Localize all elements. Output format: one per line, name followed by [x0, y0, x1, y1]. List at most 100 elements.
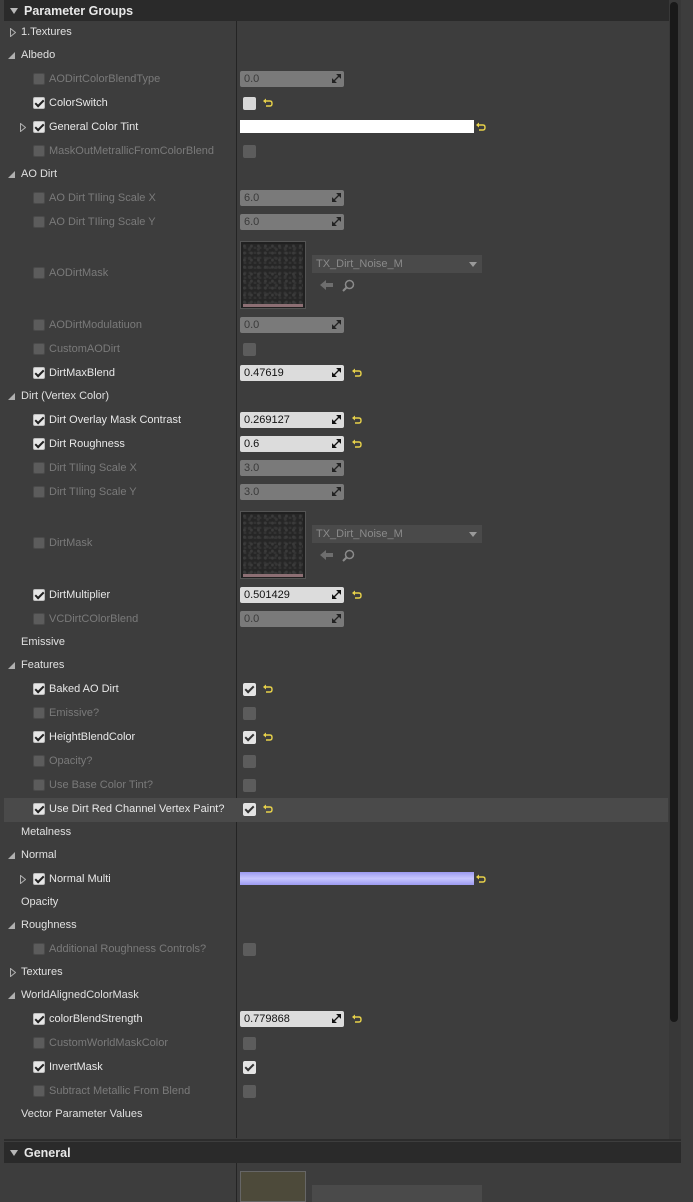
color-swatch[interactable] — [240, 872, 474, 885]
override-checkbox[interactable] — [33, 462, 45, 474]
override-checkbox[interactable] — [33, 803, 45, 815]
reset-to-default-icon[interactable] — [352, 439, 362, 449]
value-checkbox[interactable] — [243, 755, 256, 768]
value-field[interactable]: 0.0 — [240, 71, 344, 87]
override-checkbox[interactable] — [33, 414, 45, 426]
group-emissive[interactable]: Emissive — [4, 631, 668, 655]
override-checkbox[interactable] — [33, 1013, 45, 1025]
reset-to-default-icon[interactable] — [352, 415, 362, 425]
value-checkbox[interactable] — [243, 1061, 256, 1074]
override-checkbox[interactable] — [33, 367, 45, 379]
group-1-textures[interactable]: 1.Textures — [4, 21, 668, 45]
column-splitter[interactable] — [236, 1163, 237, 1202]
group-albedo[interactable]: Albedo — [4, 44, 668, 68]
override-checkbox[interactable] — [33, 145, 45, 157]
override-checkbox[interactable] — [33, 589, 45, 601]
override-checkbox[interactable] — [33, 216, 45, 228]
value-checkbox[interactable] — [243, 1037, 256, 1050]
use-selected-arrow-icon[interactable] — [320, 549, 334, 561]
value-field[interactable]: 0.0 — [240, 611, 344, 627]
value-checkbox[interactable] — [243, 731, 256, 744]
override-checkbox[interactable] — [33, 438, 45, 450]
param-label: InvertMask — [49, 1061, 103, 1073]
texture-asset-combo[interactable]: TX_Dirt_Noise_M — [312, 525, 482, 543]
group-ao-dirt[interactable]: AO Dirt — [4, 163, 668, 187]
value-field[interactable]: 3.0 — [240, 460, 344, 476]
override-checkbox[interactable] — [33, 486, 45, 498]
texture-thumbnail[interactable] — [240, 241, 306, 309]
value-checkbox[interactable] — [243, 803, 256, 816]
scrollbar-thumb[interactable] — [670, 2, 678, 1022]
reset-to-default-icon[interactable] — [352, 368, 362, 378]
value-checkbox[interactable] — [243, 1085, 256, 1098]
override-checkbox[interactable] — [33, 267, 45, 279]
override-checkbox[interactable] — [33, 1061, 45, 1073]
value-checkbox[interactable] — [243, 779, 256, 792]
reset-to-default-icon[interactable] — [476, 122, 486, 132]
override-checkbox[interactable] — [33, 873, 45, 885]
resize-arrows-icon — [332, 439, 341, 448]
param-row: AODirtModulatiuon 0.0 — [4, 314, 668, 338]
override-checkbox[interactable] — [33, 613, 45, 625]
value-checkbox[interactable] — [243, 145, 256, 158]
override-checkbox[interactable] — [33, 1037, 45, 1049]
override-checkbox[interactable] — [33, 779, 45, 791]
value-field[interactable]: 0.6 — [240, 436, 344, 452]
value-field[interactable]: 0.47619 — [240, 365, 344, 381]
group-features[interactable]: Features — [4, 654, 668, 678]
general-header[interactable]: General — [4, 1142, 681, 1163]
group-opacity[interactable]: Opacity — [4, 891, 668, 915]
group-textures[interactable]: Textures — [4, 961, 668, 985]
value-checkbox[interactable] — [243, 943, 256, 956]
texture-thumbnail[interactable] — [240, 511, 306, 579]
override-checkbox[interactable] — [33, 343, 45, 355]
group-metalness[interactable]: Metalness — [4, 821, 668, 845]
override-checkbox[interactable] — [33, 1085, 45, 1097]
chevron-right-icon[interactable] — [20, 875, 26, 884]
override-checkbox[interactable] — [33, 683, 45, 695]
value-checkbox[interactable] — [243, 343, 256, 356]
value-field[interactable]: 0.0 — [240, 317, 344, 333]
reset-to-default-icon[interactable] — [476, 874, 486, 884]
value-field[interactable]: 3.0 — [240, 484, 344, 500]
reset-to-default-icon[interactable] — [263, 732, 273, 742]
group-normal[interactable]: Normal — [4, 844, 668, 868]
parameter-groups-header[interactable]: Parameter Groups — [4, 0, 681, 21]
chevron-right-icon[interactable] — [20, 123, 26, 132]
value-checkbox[interactable] — [243, 97, 256, 110]
group-roughness[interactable]: Roughness — [4, 914, 668, 938]
value-field[interactable]: 6.0 — [240, 190, 344, 206]
override-checkbox[interactable] — [33, 192, 45, 204]
override-checkbox[interactable] — [33, 755, 45, 767]
override-checkbox[interactable] — [33, 319, 45, 331]
group-dirt-vertex-color[interactable]: Dirt (Vertex Color) — [4, 385, 668, 409]
override-checkbox[interactable] — [33, 121, 45, 133]
reset-to-default-icon[interactable] — [352, 590, 362, 600]
texture-asset-combo[interactable]: TX_Dirt_Noise_M — [312, 255, 482, 273]
value-field[interactable]: 6.0 — [240, 214, 344, 230]
browse-search-icon[interactable] — [342, 279, 355, 292]
override-checkbox[interactable] — [33, 97, 45, 109]
reset-to-default-icon[interactable] — [263, 684, 273, 694]
texture-thumbnail[interactable] — [240, 1171, 306, 1202]
reset-to-default-icon[interactable] — [263, 98, 273, 108]
value-field[interactable]: 0.501429 — [240, 587, 344, 603]
override-checkbox[interactable] — [33, 707, 45, 719]
asset-combo[interactable] — [312, 1185, 482, 1202]
reset-to-default-icon[interactable] — [352, 1014, 362, 1024]
reset-to-default-icon[interactable] — [263, 804, 273, 814]
override-checkbox[interactable] — [33, 731, 45, 743]
override-checkbox[interactable] — [33, 537, 45, 549]
override-checkbox[interactable] — [33, 943, 45, 955]
use-selected-arrow-icon[interactable] — [320, 279, 334, 291]
browse-search-icon[interactable] — [342, 549, 355, 562]
override-checkbox[interactable] — [33, 73, 45, 85]
value-field[interactable]: 0.779868 — [240, 1011, 344, 1027]
value-checkbox[interactable] — [243, 683, 256, 696]
param-label: ColorSwitch — [49, 97, 108, 109]
color-swatch[interactable] — [240, 120, 474, 133]
value-checkbox[interactable] — [243, 707, 256, 720]
value-field[interactable]: 0.269127 — [240, 412, 344, 428]
group-world-aligned-color-mask[interactable]: WorldAlignedColorMask — [4, 984, 668, 1008]
group-vector-parameter-values[interactable]: Vector Parameter Values — [4, 1103, 668, 1127]
